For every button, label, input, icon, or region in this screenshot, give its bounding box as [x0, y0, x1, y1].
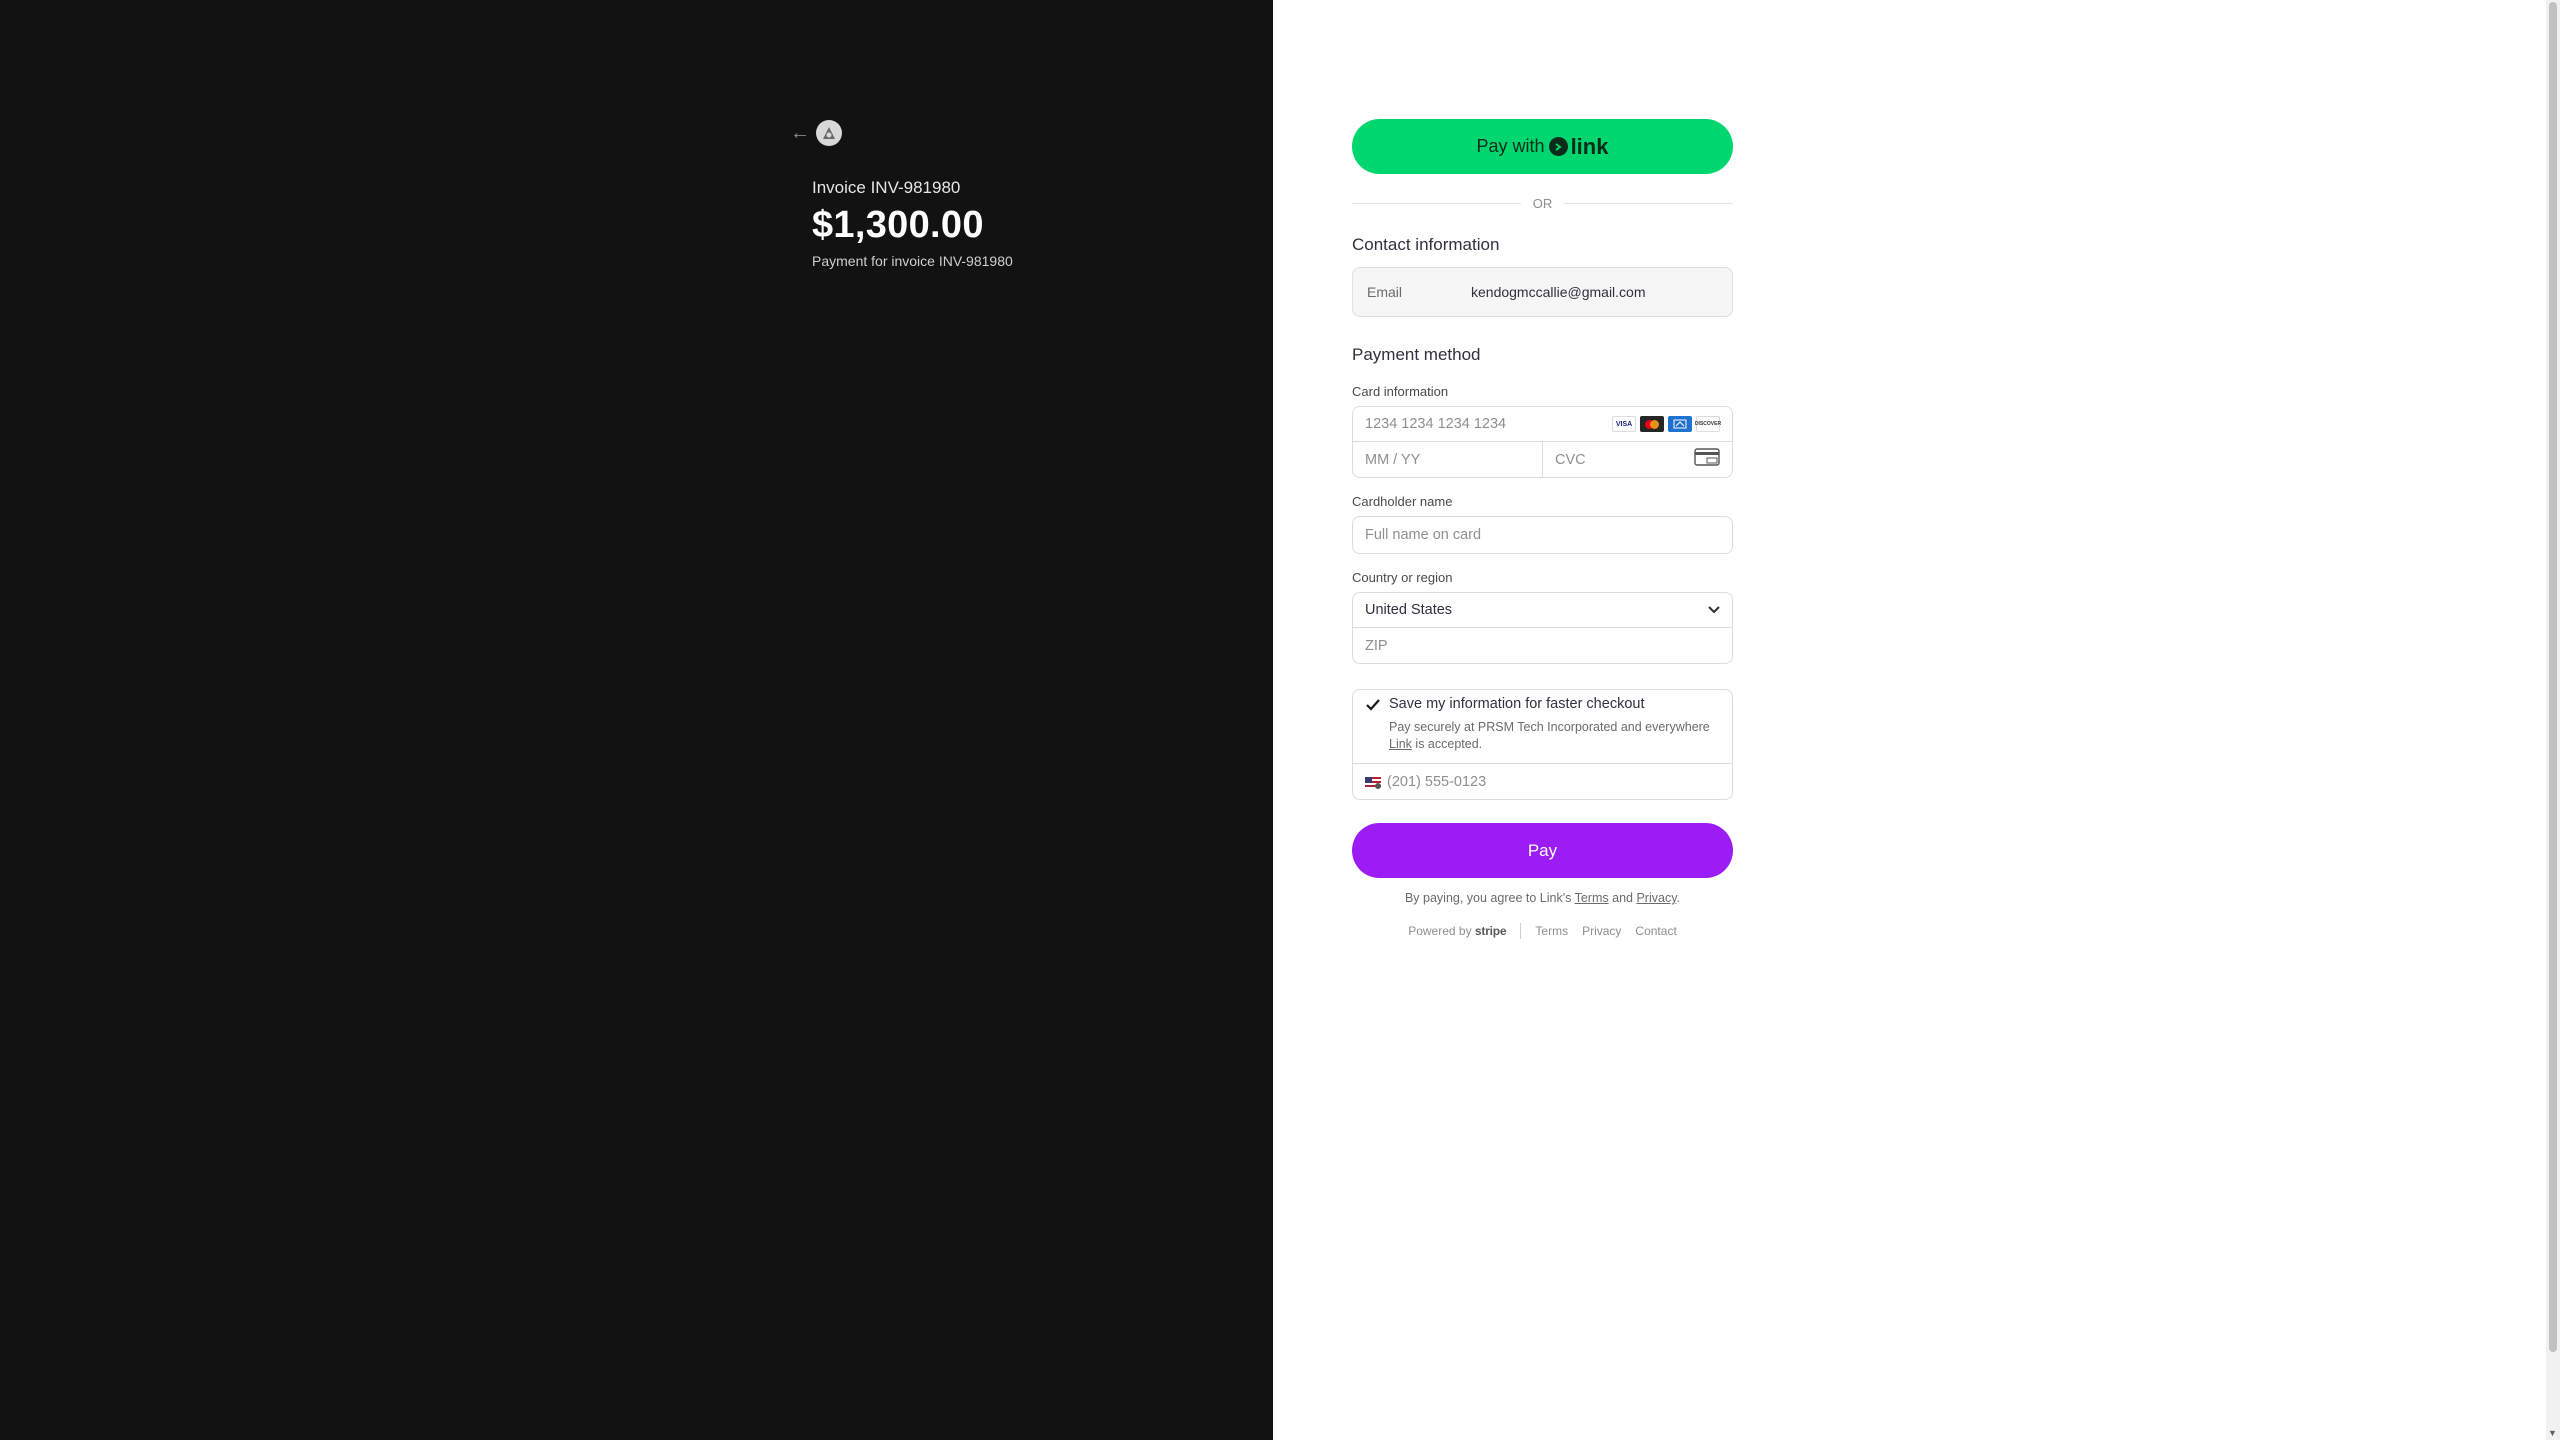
stripe-logo: stripe: [1474, 924, 1507, 938]
country-value: United States: [1365, 602, 1453, 618]
link-logo: link: [1548, 133, 1609, 160]
link-terms-link[interactable]: Terms: [1575, 891, 1609, 905]
save-info-title: Save my information for faster checkout: [1389, 696, 1645, 712]
legal-period: .: [1676, 891, 1681, 905]
cvc-card-icon: [1694, 448, 1720, 471]
legal-and: and: [1612, 891, 1633, 905]
link-brand-text: link: [1570, 133, 1609, 159]
phone-placeholder: (201) 555-0123: [1387, 773, 1487, 790]
email-value[interactable]: kendogmccallie@gmail.com: [1471, 284, 1646, 300]
us-flag-icon: [1365, 776, 1381, 789]
card-brands: VISA DISCOVER: [1612, 416, 1721, 432]
cardholder-name-input[interactable]: [1352, 516, 1733, 554]
email-label: Email: [1367, 284, 1403, 300]
save-info-checkbox[interactable]: [1365, 697, 1381, 713]
footer-privacy-link[interactable]: Privacy: [1582, 924, 1621, 938]
invoice-summary: Invoice INV-981980 $1,300.00 Payment for…: [812, 178, 1013, 269]
footer-contact-link[interactable]: Contact: [1635, 924, 1676, 938]
card-number-placeholder: 1234 1234 1234 1234: [1365, 416, 1507, 432]
save-desc-text: Pay securely at PRSM Tech Incorporated a…: [1389, 720, 1710, 734]
card-number-field[interactable]: 1234 1234 1234 1234 VISA DISCOVER: [1353, 407, 1732, 442]
zip-field[interactable]: ZIP: [1353, 628, 1732, 663]
amex-icon: [1668, 416, 1692, 432]
invoice-title: Invoice INV-981980: [812, 178, 961, 197]
zip-placeholder: ZIP: [1365, 637, 1388, 654]
legal-text: By paying, you agree to Link's: [1404, 891, 1572, 905]
pay-with-label: Pay with: [1476, 136, 1545, 156]
divider-line: [1564, 203, 1733, 204]
chevron-down-icon: [1708, 602, 1720, 618]
pay-button[interactable]: Pay: [1352, 823, 1733, 878]
pay-with-link-button[interactable]: Pay with link: [1352, 119, 1733, 174]
link-arrow-icon: [1548, 137, 1568, 156]
card-info-group: 1234 1234 1234 1234 VISA DISCOVER MM / Y…: [1352, 406, 1733, 478]
legal-notice: By paying, you agree to Link's Terms and…: [1352, 891, 1733, 905]
or-text: OR: [1532, 196, 1553, 211]
card-info-label: Card information: [1352, 384, 1449, 399]
save-info-row: Save my information for faster checkout …: [1353, 690, 1732, 764]
footer-terms-link[interactable]: Terms: [1535, 924, 1568, 938]
contact-title: Contact information: [1352, 235, 1500, 254]
checkmark-icon: [1366, 699, 1380, 711]
invoice-amount: $1,300.00: [812, 204, 984, 246]
merchant-panel: ← Invoice INV-981980 $1,300.00 Payment f…: [0, 0, 1273, 1440]
invoice-description: Payment for invoice INV-981980: [812, 253, 1013, 269]
vertical-scrollbar[interactable]: ▼: [2546, 0, 2560, 1440]
card-expiry-cvc-row: MM / YY CVC: [1353, 442, 1732, 477]
payment-method-title: Payment method: [1352, 345, 1481, 364]
back-navigation[interactable]: ←: [790, 120, 842, 146]
link-info-link[interactable]: Link: [1389, 737, 1412, 751]
cardholder-label: Cardholder name: [1352, 494, 1453, 509]
powered-by-label: Powered by: [1408, 924, 1472, 938]
link-save-info-box: Save my information for faster checkout …: [1352, 689, 1733, 800]
country-zip-group: United States ZIP: [1352, 592, 1733, 664]
country-select[interactable]: United States: [1353, 593, 1732, 628]
mastercard-icon: [1640, 416, 1664, 432]
save-info-text: Save my information for faster checkout …: [1389, 696, 1720, 753]
footer-divider: [1520, 923, 1522, 939]
discover-icon: DISCOVER: [1695, 416, 1721, 432]
expiry-field[interactable]: MM / YY: [1353, 442, 1543, 477]
email-field[interactable]: Email kendogmccallie@gmail.com: [1352, 267, 1733, 317]
cvc-field[interactable]: CVC: [1543, 442, 1732, 477]
checkout-form: Pay with link OR Contact information Ema…: [1352, 119, 1733, 939]
footer: Powered by stripe Terms Privacy Contact: [1352, 923, 1733, 939]
country-label: Country or region: [1352, 570, 1453, 585]
save-info-description: Pay securely at PRSM Tech Incorporated a…: [1389, 719, 1720, 753]
phone-field[interactable]: (201) 555-0123: [1353, 764, 1732, 799]
back-arrow-icon[interactable]: ←: [790, 123, 810, 143]
scrollbar-thumb[interactable]: [2549, 2, 2557, 1352]
powered-by[interactable]: Powered by stripe: [1408, 924, 1506, 938]
visa-icon: VISA: [1612, 416, 1636, 432]
expiry-placeholder: MM / YY: [1365, 451, 1421, 468]
or-divider: OR: [1352, 196, 1733, 211]
link-privacy-link[interactable]: Privacy: [1636, 891, 1676, 905]
divider-line: [1352, 203, 1521, 204]
cvc-placeholder: CVC: [1555, 451, 1586, 468]
save-desc-text-end: is accepted.: [1415, 737, 1483, 751]
merchant-logo: [816, 120, 842, 146]
scroll-down-arrow-icon[interactable]: ▼: [2548, 1428, 2557, 1438]
